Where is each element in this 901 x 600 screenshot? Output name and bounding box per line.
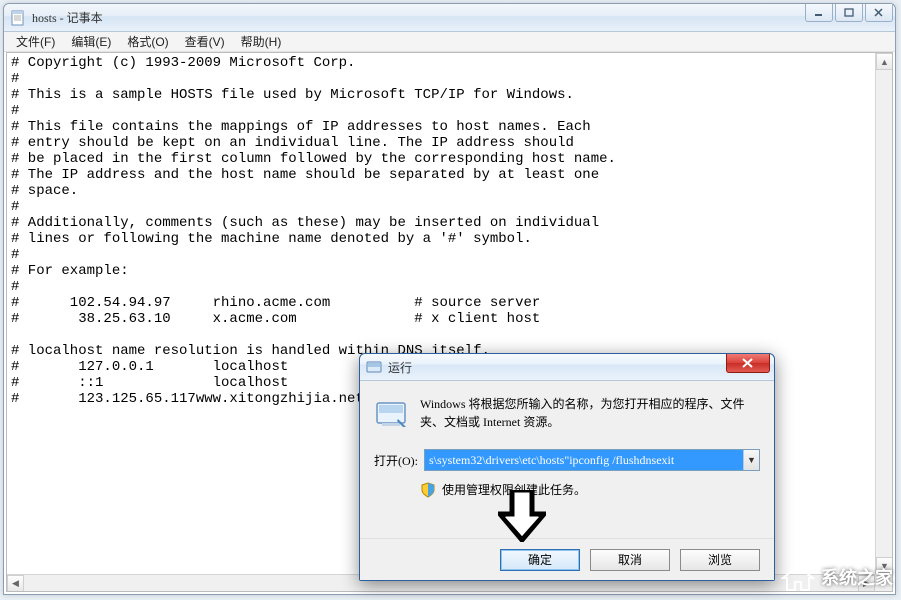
menu-view[interactable]: 查看(V) [177, 31, 233, 52]
notepad-icon [10, 10, 26, 26]
watermark-text: 系统之家 [821, 564, 893, 590]
scroll-up-button[interactable]: ▲ [876, 53, 893, 70]
vertical-scrollbar[interactable]: ▲ ▼ [875, 53, 892, 574]
run-program-icon [374, 397, 410, 433]
watermark-logo-icon [781, 562, 815, 592]
run-button-row: 确定 取消 浏览 [360, 538, 774, 580]
ok-button[interactable]: 确定 [500, 549, 580, 571]
window-buttons [803, 4, 893, 22]
run-description: Windows 将根据您所输入的名称，为您打开相应的程序、文件夹、文档或 Int… [420, 395, 760, 431]
notepad-title: hosts - 记事本 [32, 9, 103, 26]
cancel-button[interactable]: 取消 [590, 549, 670, 571]
run-title-icon [366, 359, 382, 375]
minimize-button[interactable] [805, 4, 833, 22]
run-input[interactable] [424, 449, 760, 471]
scroll-left-button[interactable]: ◀ [7, 575, 24, 592]
maximize-button[interactable] [835, 4, 863, 22]
run-admin-note-row: 使用管理权限创建此任务。 [420, 481, 760, 498]
notepad-titlebar[interactable]: hosts - 记事本 [4, 4, 895, 32]
menu-help[interactable]: 帮助(H) [233, 31, 290, 52]
run-close-button[interactable] [726, 354, 770, 373]
notepad-menubar: 文件(F) 编辑(E) 格式(O) 查看(V) 帮助(H) [4, 32, 895, 52]
menu-file[interactable]: 文件(F) [8, 31, 63, 52]
menu-format[interactable]: 格式(O) [119, 31, 176, 52]
menu-edit[interactable]: 编辑(E) [63, 31, 119, 52]
run-combobox[interactable]: ▼ [424, 449, 760, 471]
browse-button[interactable]: 浏览 [680, 549, 760, 571]
run-titlebar[interactable]: 运行 [360, 354, 774, 381]
run-open-label: 打开(O): [374, 452, 418, 469]
watermark: 系统之家 [781, 562, 893, 592]
run-admin-note: 使用管理权限创建此任务。 [442, 481, 586, 498]
run-body: Windows 将根据您所输入的名称，为您打开相应的程序、文件夹、文档或 Int… [360, 381, 774, 498]
run-title: 运行 [388, 359, 412, 376]
close-button[interactable] [865, 4, 893, 22]
run-dropdown-arrow-icon[interactable]: ▼ [743, 450, 759, 470]
shield-icon [420, 482, 436, 498]
run-dialog: 运行 Windows 将根据您所输入的名称，为您打开相应的程序、文件夹、文档或 … [359, 353, 775, 581]
